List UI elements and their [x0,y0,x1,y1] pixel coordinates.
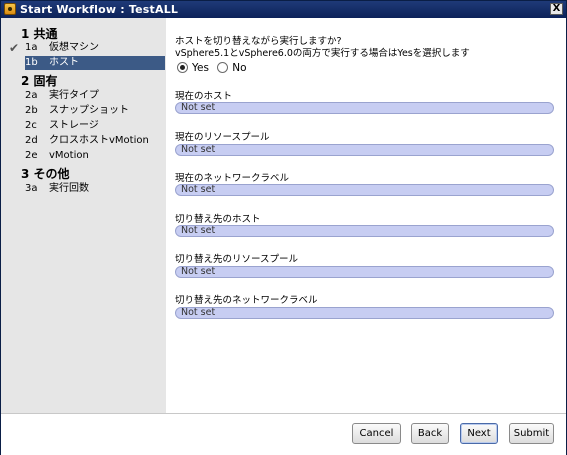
nav-item-number: 2e [25,150,38,161]
section-common: 1 共通 [21,27,58,41]
nav-item-vmotion[interactable]: 2e vMotion [25,149,165,163]
nav-item-label: 実行回数 [49,183,89,194]
title-bar[interactable]: Start Workflow : TestALL X [1,1,566,18]
workflow-window: Start Workflow : TestALL X 1 共通 ✔ 1a 仮想マシ… [0,0,567,455]
nav-item-label: ストレージ [49,120,99,131]
target-resource-pool-label: 切り替え先のリソースプール [175,254,299,265]
radio-no[interactable] [217,62,229,73]
target-network-label-field[interactable]: Not set [175,307,554,319]
check-icon: ✔ [9,41,20,55]
next-button[interactable]: Next [460,423,498,444]
nav-item-number: 1b [25,57,38,68]
workflow-app-icon [4,3,16,15]
nav-item-cross-host-vmotion[interactable]: 2d クロスホストvMotion [25,134,165,148]
nav-item-host[interactable]: 1b ホスト [25,56,165,70]
target-resource-pool-field[interactable]: Not set [175,266,554,278]
nav-item-label: 実行タイプ [49,90,99,101]
nav-item-vm[interactable]: ✔ 1a 仮想マシン [9,41,165,55]
wizard-sidebar: 1 共通 ✔ 1a 仮想マシン 1b ホスト 2 固有 2a 実行タイプ 2b スナップ… [1,18,166,413]
nav-item-number: 2d [25,135,38,146]
question-hint: vSphere5.1とvSphere6.0の両方で実行する場合はYesを選択しま… [175,48,470,59]
target-host-field[interactable]: Not set [175,225,554,237]
nav-item-number: 1a [25,42,38,53]
nav-item-number: 2c [25,120,37,131]
wizard-footer: Cancel Back Next Submit [1,413,566,455]
target-host-label: 切り替え先のホスト [175,214,261,225]
back-button[interactable]: Back [411,423,449,444]
current-host-field[interactable]: Not set [175,102,554,114]
current-network-label-field[interactable]: Not set [175,184,554,196]
target-network-label-label: 切り替え先のネットワークラベル [175,295,318,306]
cancel-button[interactable]: Cancel [352,423,401,444]
close-button[interactable]: X [550,3,563,15]
window-title: Start Workflow : TestALL [20,3,179,16]
current-resource-pool-label: 現在のリソースプール [175,132,270,143]
nav-item-exec-type[interactable]: 2a 実行タイプ [25,89,165,103]
radio-no-label[interactable]: No [232,62,246,74]
submit-button[interactable]: Submit [509,423,554,444]
nav-item-label: スナップショット [49,105,129,116]
section-specific: 2 固有 [21,74,58,88]
nav-item-storage[interactable]: 2c ストレージ [25,119,165,133]
switch-host-radio-group: Yes No [177,62,252,74]
nav-item-number: 3a [25,183,38,194]
nav-item-number: 2b [25,105,38,116]
radio-yes[interactable] [177,62,188,73]
nav-item-label: クロスホストvMotion [49,135,149,146]
nav-item-exec-count[interactable]: 3a 実行回数 [25,182,165,196]
section-other: 3 その他 [21,167,70,181]
nav-item-label: 仮想マシン [49,42,99,53]
nav-item-label: ホスト [49,57,79,68]
nav-item-label: vMotion [49,150,89,161]
nav-item-number: 2a [25,90,38,101]
nav-item-snapshot[interactable]: 2b スナップショット [25,104,165,118]
host-step-panel: ホストを切り替えながら実行しますか? vSphere5.1とvSphere6.0… [166,18,566,413]
current-resource-pool-field[interactable]: Not set [175,144,554,156]
current-host-label: 現在のホスト [175,91,233,102]
current-network-label-label: 現在のネットワークラベル [175,173,290,184]
radio-yes-label[interactable]: Yes [192,62,209,74]
